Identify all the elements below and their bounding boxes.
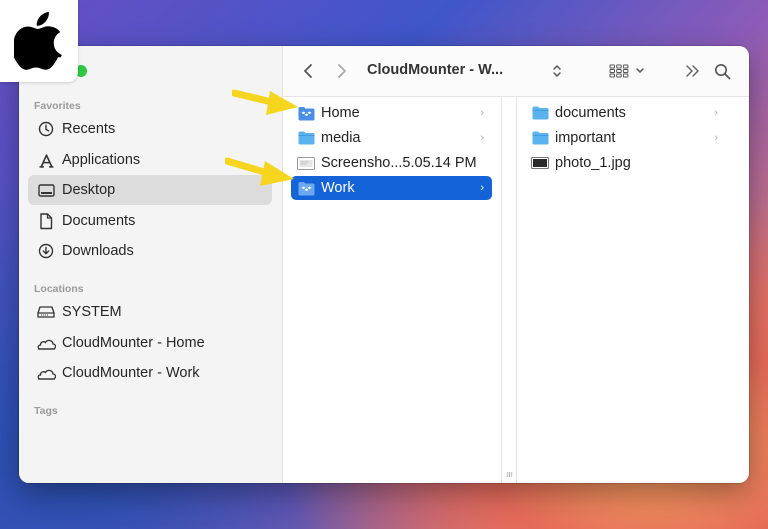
chevron-right-icon: › [480,182,484,194]
window-title: CloudMounter - W... [367,62,504,78]
apple-logo-icon [14,12,62,70]
sidebar-item-system[interactable]: SYSTEM [28,297,272,327]
cloud-drive-icon [36,363,56,383]
favorites-section-title: Favorites [34,100,81,112]
up-down-chevron-icon [553,65,561,77]
chevron-left-icon [304,64,312,78]
view-options-button[interactable] [607,59,647,83]
sidebar-item-label: Applications [62,152,141,168]
apple-logo-badge [0,0,78,82]
list-item-photo[interactable]: photo_1.jpg [525,151,726,175]
screenshot-file-icon [297,154,315,172]
disk-icon [36,302,56,322]
annotation-arrow-icon [232,89,298,115]
list-item-label: media [321,130,361,146]
sidebar-item-cloudmounter-home[interactable]: CloudMounter - Home [28,328,272,358]
more-toolbar-items-button[interactable] [683,59,703,83]
download-icon [36,241,56,261]
finder-window: Favorites Recents Applications Desktop D… [19,46,749,483]
double-chevron-right-icon [686,65,699,77]
chevron-right-icon: › [714,107,718,119]
list-item-media[interactable]: media › [291,126,492,150]
grid-view-icon [609,64,629,78]
search-icon [714,63,730,79]
chevron-right-icon [338,64,346,78]
column-resize-handle[interactable]: ıı [508,469,513,479]
sidebar-item-label: CloudMounter - Work [62,365,200,381]
sidebar-item-documents[interactable]: Documents [28,206,272,236]
list-item-label: Screensho...5.05.14 PM [321,155,477,171]
tags-section-title: Tags [34,405,58,417]
sidebar-item-label: CloudMounter - Home [62,335,205,351]
cloud-drive-icon [36,333,56,353]
sidebar-item-label: SYSTEM [62,304,122,320]
list-item-documents[interactable]: documents › [525,101,726,125]
list-item-label: important [555,130,616,146]
toolbar: CloudMounter - W... [283,46,749,97]
locations-section-title: Locations [34,283,84,295]
sidebar-item-label: Recents [62,121,116,137]
folder-icon [297,129,315,147]
forward-button[interactable] [333,59,351,83]
list-item-work[interactable]: Work › [291,176,492,200]
chevron-right-icon: › [480,132,484,144]
clock-icon [36,119,56,139]
image-file-icon [531,154,549,172]
browser-column-2: documents › important › photo_1.jpg ıı [508,97,732,483]
list-item-screenshot[interactable]: Screensho...5.05.14 PM [291,151,492,175]
sidebar-item-downloads[interactable]: Downloads [28,236,272,266]
list-item-important[interactable]: important › [525,126,726,150]
sidebar-item-label: Documents [62,213,136,229]
list-item-home[interactable]: Home › [291,101,492,125]
chevron-right-icon: › [714,132,718,144]
list-item-label: Home [321,105,360,121]
annotation-arrow-icon [225,157,294,186]
list-item-label: documents [555,105,626,121]
path-popup-button[interactable] [549,59,565,83]
folder-icon [531,129,549,147]
chevron-right-icon: › [480,107,484,119]
dropbox-folder-icon [297,179,315,197]
list-item-label: photo_1.jpg [555,155,631,171]
sidebar-item-cloudmounter-work[interactable]: CloudMounter - Work [28,358,272,388]
folder-icon [531,104,549,122]
desktop-icon [36,180,56,200]
list-item-label: Work [321,180,355,196]
applications-icon [36,150,56,170]
browser-column-1: Home › media › Screensho...5.05.14 PM Wo… [283,97,511,483]
back-button[interactable] [299,59,317,83]
document-icon [36,211,56,231]
search-button[interactable] [711,59,733,83]
chevron-down-icon [636,68,644,74]
sidebar-item-label: Desktop [62,182,116,198]
sidebar-item-label: Downloads [62,243,134,259]
